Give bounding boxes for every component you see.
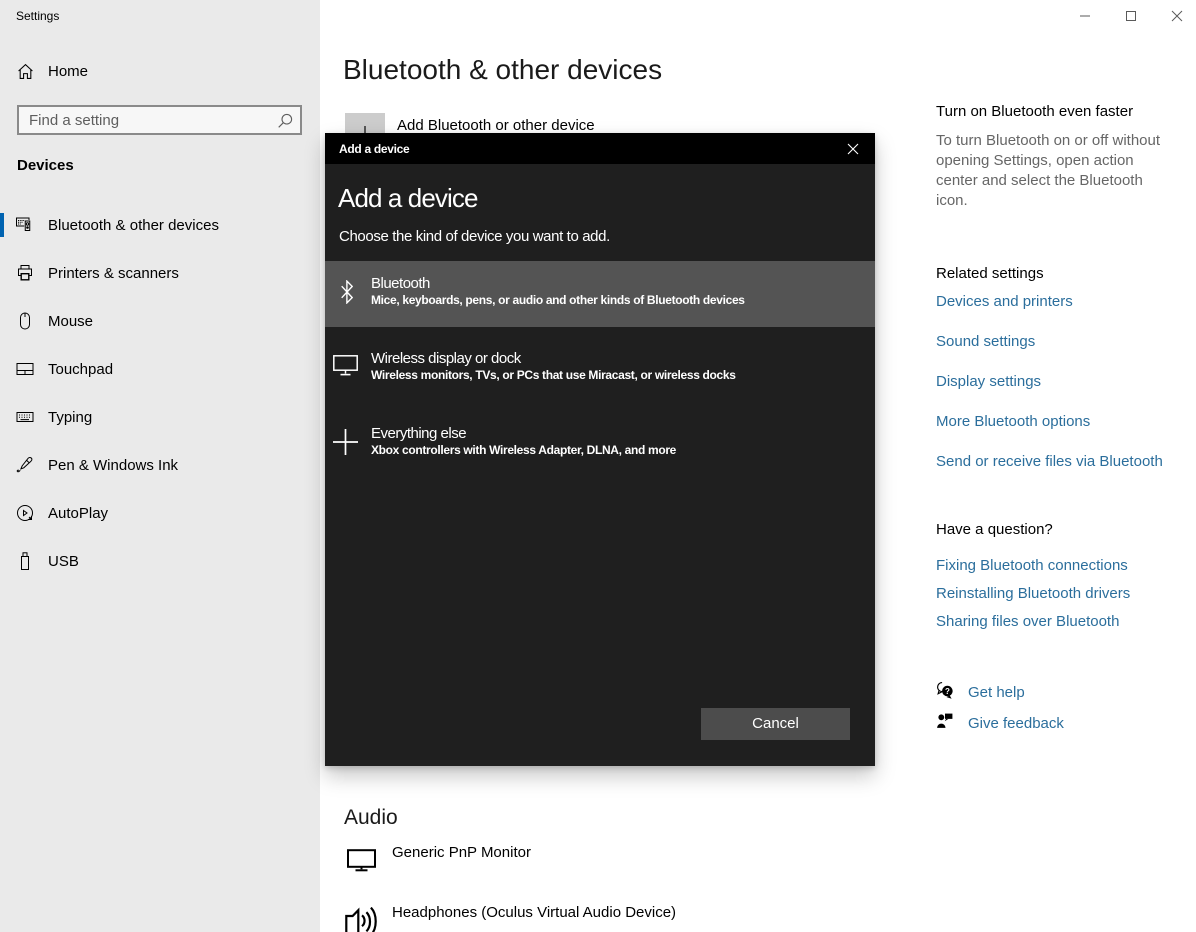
svg-text:?: ? <box>945 687 950 696</box>
